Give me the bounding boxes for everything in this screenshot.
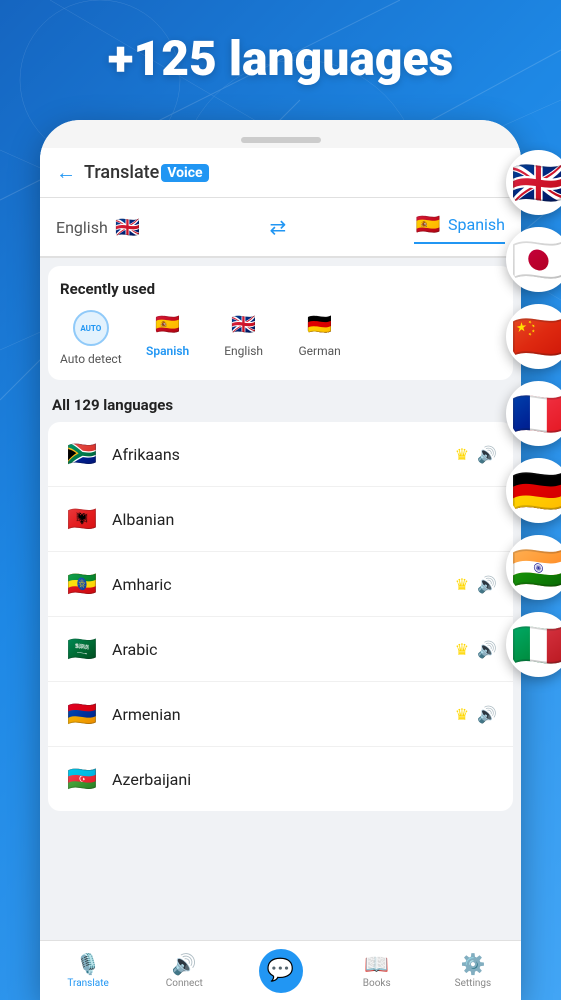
- nav-translate[interactable]: 🎙️ Translate: [40, 952, 136, 989]
- swap-languages-button[interactable]: ⇄: [270, 215, 287, 239]
- books-nav-label: Books: [363, 978, 391, 989]
- armenian-flag: 🇦🇲: [64, 696, 100, 732]
- phone-screen: ← Translate Voice English 🇬🇧 ⇄ 🇪🇸 Spanis…: [40, 148, 521, 1000]
- books-nav-icon: 📖: [364, 952, 389, 976]
- recent-item-german[interactable]: 🇩🇪 German: [290, 310, 350, 358]
- afrikaans-icons: ♛ 🔊: [455, 445, 497, 464]
- target-lang-flag: 🇪🇸: [414, 210, 442, 238]
- center-chat-button[interactable]: 💬: [259, 949, 303, 993]
- connect-nav-label: Connect: [166, 978, 203, 989]
- albanian-flag: 🇦🇱: [64, 501, 100, 537]
- recently-used-title: Recently used: [60, 280, 501, 298]
- arabic-flag: 🇸🇦: [64, 631, 100, 667]
- all-languages-title: All 129 languages: [40, 380, 521, 422]
- lang-item-albanian[interactable]: 🇦🇱 Albanian: [48, 487, 513, 552]
- target-lang-label: Spanish: [448, 215, 505, 234]
- crown-icon-2: ♛: [455, 575, 469, 594]
- phone-frame: ← Translate Voice English 🇬🇧 ⇄ 🇪🇸 Spanis…: [40, 120, 521, 1000]
- auto-detect-label: Auto detect: [60, 352, 122, 366]
- afrikaans-flag: 🇿🇦: [64, 436, 100, 472]
- content-area: Recently used AUTO Auto detect 🇪🇸 Spanis…: [40, 258, 521, 990]
- floating-flag-italy: 🇮🇹: [506, 612, 561, 677]
- voice-icon: 🔊: [477, 445, 497, 464]
- crown-icon-3: ♛: [455, 640, 469, 659]
- recent-item-spanish[interactable]: 🇪🇸 Spanish: [138, 310, 198, 358]
- nav-chat-center[interactable]: 💬: [232, 949, 328, 993]
- source-language[interactable]: English 🇬🇧: [56, 213, 142, 241]
- crown-icon: ♛: [455, 445, 469, 464]
- app-title-translate: Translate: [84, 162, 159, 183]
- amharic-name: Amharic: [112, 575, 443, 594]
- source-lang-flag: 🇬🇧: [114, 213, 142, 241]
- azerbaijani-name: Azerbaijani: [112, 770, 485, 789]
- recent-german-label: German: [299, 344, 341, 358]
- phone-notch: [40, 120, 521, 148]
- recent-item-auto[interactable]: AUTO Auto detect: [60, 310, 122, 366]
- settings-nav-icon: ⚙️: [460, 952, 485, 976]
- voice-icon-4: 🔊: [477, 705, 497, 724]
- floating-flags-container: 🇬🇧 🇯🇵 🇨🇳 🇫🇷 🇩🇪 🇮🇳 🇮🇹: [506, 150, 561, 677]
- recent-spanish-label: Spanish: [146, 344, 189, 358]
- floating-flag-china: 🇨🇳: [506, 304, 561, 369]
- floating-flag-france: 🇫🇷: [506, 381, 561, 446]
- amharic-flag: 🇪🇹: [64, 566, 100, 602]
- recent-item-english[interactable]: 🇬🇧 English: [214, 310, 274, 358]
- language-list: 🇿🇦 Afrikaans ♛ 🔊 🇦🇱 Albanian 🇪🇹 Amharic: [48, 422, 513, 811]
- lang-item-azerbaijani[interactable]: 🇦🇿 Azerbaijani: [48, 747, 513, 811]
- lang-item-armenian[interactable]: 🇦🇲 Armenian ♛ 🔊: [48, 682, 513, 747]
- nav-books[interactable]: 📖 Books: [329, 952, 425, 989]
- recent-items-list: AUTO Auto detect 🇪🇸 Spanish 🇬🇧 English 🇩…: [60, 310, 501, 366]
- translate-nav-icon: 🎙️: [76, 952, 101, 976]
- armenian-icons: ♛ 🔊: [455, 705, 497, 724]
- phone-dots: [241, 137, 321, 143]
- amharic-icons: ♛ 🔊: [455, 575, 497, 594]
- lang-item-amharic[interactable]: 🇪🇹 Amharic ♛ 🔊: [48, 552, 513, 617]
- voice-icon-3: 🔊: [477, 640, 497, 659]
- nav-connect[interactable]: 🔊 Connect: [136, 952, 232, 989]
- recent-spanish-flag: 🇪🇸: [154, 310, 182, 338]
- floating-flag-japan: 🇯🇵: [506, 227, 561, 292]
- armenian-name: Armenian: [112, 705, 443, 724]
- app-title-voice: Voice: [161, 164, 208, 182]
- app-bar: ← Translate Voice: [40, 148, 521, 198]
- language-selector: English 🇬🇧 ⇄ 🇪🇸 Spanish: [40, 198, 521, 258]
- header-title: +125 languages: [0, 30, 561, 87]
- auto-detect-text: AUTO: [80, 324, 101, 333]
- bottom-navigation: 🎙️ Translate 🔊 Connect 💬 📖 Books ⚙️ Sett…: [40, 940, 521, 1000]
- target-language[interactable]: 🇪🇸 Spanish: [414, 210, 505, 244]
- voice-icon-2: 🔊: [477, 575, 497, 594]
- floating-flag-uk: 🇬🇧: [506, 150, 561, 215]
- arabic-name: Arabic: [112, 640, 443, 659]
- afrikaans-name: Afrikaans: [112, 445, 443, 464]
- nav-settings[interactable]: ⚙️ Settings: [425, 952, 521, 989]
- albanian-name: Albanian: [112, 510, 485, 529]
- recently-used-section: Recently used AUTO Auto detect 🇪🇸 Spanis…: [48, 266, 513, 380]
- recent-english-label: English: [224, 344, 263, 358]
- back-button[interactable]: ←: [56, 160, 76, 185]
- azerbaijani-flag: 🇦🇿: [64, 761, 100, 797]
- lang-item-afrikaans[interactable]: 🇿🇦 Afrikaans ♛ 🔊: [48, 422, 513, 487]
- connect-nav-icon: 🔊: [172, 952, 197, 976]
- lang-item-arabic[interactable]: 🇸🇦 Arabic ♛ 🔊: [48, 617, 513, 682]
- settings-nav-label: Settings: [455, 978, 492, 989]
- recent-english-flag: 🇬🇧: [230, 310, 258, 338]
- recent-german-flag: 🇩🇪: [306, 310, 334, 338]
- chat-center-icon: 💬: [267, 958, 294, 983]
- translate-nav-label: Translate: [67, 978, 108, 989]
- auto-detect-circle: AUTO: [73, 310, 109, 346]
- floating-flag-germany: 🇩🇪: [506, 458, 561, 523]
- source-lang-label: English: [56, 218, 108, 237]
- app-title: Translate Voice: [84, 162, 209, 183]
- arabic-icons: ♛ 🔊: [455, 640, 497, 659]
- floating-flag-india: 🇮🇳: [506, 535, 561, 600]
- crown-icon-4: ♛: [455, 705, 469, 724]
